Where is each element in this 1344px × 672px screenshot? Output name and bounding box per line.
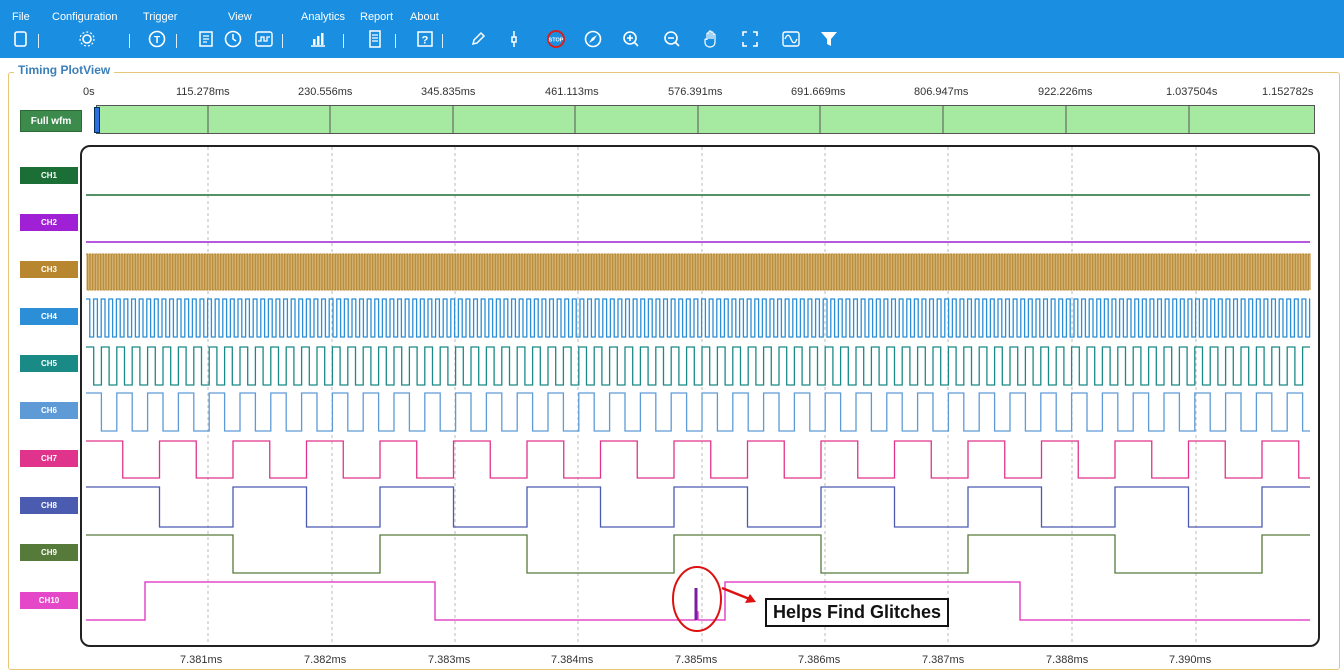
toolbar-separator — [282, 34, 283, 48]
svg-text:T: T — [154, 35, 160, 46]
time-axis-top-label: 345.835ms — [421, 86, 476, 98]
ch8-waveform — [86, 486, 1310, 528]
gear-icon[interactable] — [76, 28, 98, 50]
help-icon[interactable]: ? — [414, 28, 436, 50]
channel-label-ch5[interactable]: CH5 — [20, 355, 78, 372]
time-axis-top-label: 0s — [83, 86, 95, 98]
ch5-waveform — [86, 346, 1310, 386]
panel-title: Timing PlotView — [14, 63, 115, 77]
toolbar-separator — [442, 34, 443, 48]
time-axis-bottom-label: 7.388ms — [1046, 654, 1089, 666]
toolbar-separator — [343, 34, 344, 48]
toolbar-separator — [395, 34, 396, 48]
menu-trigger[interactable]: Trigger — [143, 8, 177, 26]
clock-icon[interactable] — [222, 28, 244, 50]
time-axis-bottom-label: 7.386ms — [798, 654, 841, 666]
ch10-waveform — [86, 581, 1310, 621]
menu-view[interactable]: View — [228, 8, 252, 26]
svg-text:?: ? — [422, 35, 429, 47]
menu-about[interactable]: About — [410, 8, 439, 26]
menu-report[interactable]: Report — [360, 8, 393, 26]
ch6-waveform — [86, 392, 1310, 432]
report-icon[interactable] — [364, 28, 386, 50]
zoom-out-icon[interactable] — [661, 28, 683, 50]
channel-label-ch3[interactable]: CH3 — [20, 261, 78, 278]
wave-view-icon[interactable] — [780, 28, 802, 50]
channel-label-ch4[interactable]: CH4 — [20, 308, 78, 325]
time-axis-bottom-label: 7.381ms — [180, 654, 223, 666]
waveform-canvas — [86, 147, 1311, 645]
channel-label-ch2[interactable]: CH2 — [20, 214, 78, 231]
time-axis-top-label: 806.947ms — [914, 86, 969, 98]
hand-pan-icon[interactable] — [700, 28, 722, 50]
full-wfm-label[interactable]: Full wfm — [20, 110, 82, 132]
full-wfm-overview[interactable] — [96, 105, 1315, 134]
timing-plot-area[interactable] — [80, 145, 1320, 647]
ch4-waveform — [86, 298, 1311, 338]
channel-label-ch1[interactable]: CH1 — [20, 167, 78, 184]
analytics-chart-icon[interactable] — [307, 28, 329, 50]
time-axis-bottom-label: 7.383ms — [428, 654, 471, 666]
probe-icon[interactable] — [503, 28, 525, 50]
toolbar-icons: T ? STOP — [0, 26, 1344, 54]
toolbar-separator — [176, 34, 177, 48]
trigger-icon[interactable]: T — [146, 28, 168, 50]
full-wfm-position-marker[interactable] — [94, 107, 100, 133]
time-axis-bottom-label: 7.382ms — [304, 654, 347, 666]
time-axis-bottom-label: 7.385ms — [675, 654, 718, 666]
toolbar-separator — [38, 34, 39, 48]
time-axis-bottom-label: 7.390ms — [1169, 654, 1212, 666]
time-axis-top-label: 922.226ms — [1038, 86, 1093, 98]
svg-text:STOP: STOP — [549, 38, 564, 44]
fit-screen-icon[interactable] — [739, 28, 761, 50]
time-axis-bottom-label: 7.387ms — [922, 654, 965, 666]
channel-label-ch8[interactable]: CH8 — [20, 497, 78, 514]
waveform-icon[interactable] — [253, 28, 275, 50]
compass-icon[interactable] — [582, 28, 604, 50]
channel-label-ch10[interactable]: CH10 — [20, 592, 78, 609]
zoom-in-icon[interactable] — [620, 28, 642, 50]
top-toolbar: File Configuration Trigger View Analytic… — [0, 0, 1344, 58]
new-icon[interactable] — [10, 28, 32, 50]
ch9-waveform — [86, 534, 1310, 574]
ch7-waveform — [86, 440, 1310, 479]
time-axis-top-label: 1.037504s — [1166, 86, 1218, 98]
channel-label-ch9[interactable]: CH9 — [20, 544, 78, 561]
stop-icon[interactable]: STOP — [545, 28, 567, 50]
menu-configuration[interactable]: Configuration — [52, 8, 117, 26]
time-axis-top-label: 461.113ms — [545, 86, 599, 98]
time-axis-top-label: 230.556ms — [298, 86, 353, 98]
time-axis-bottom-label: 7.384ms — [551, 654, 594, 666]
menu-file[interactable]: File — [12, 8, 30, 26]
timing-icon[interactable] — [195, 28, 217, 50]
time-axis-top-label: 691.669ms — [791, 86, 846, 98]
filter-icon[interactable] — [818, 28, 840, 50]
menu-analytics[interactable]: Analytics — [301, 8, 345, 26]
pencil-icon[interactable] — [467, 28, 489, 50]
channel-label-ch6[interactable]: CH6 — [20, 402, 78, 419]
time-axis-top-label: 576.391ms — [668, 86, 723, 98]
time-axis-top-label: 1.152782s — [1262, 86, 1314, 98]
time-axis-top-label: 115.278ms — [176, 86, 230, 98]
channel-label-ch7[interactable]: CH7 — [20, 450, 78, 467]
glitch-callout-label: Helps Find Glitches — [765, 598, 950, 627]
toolbar-separator — [129, 34, 130, 48]
